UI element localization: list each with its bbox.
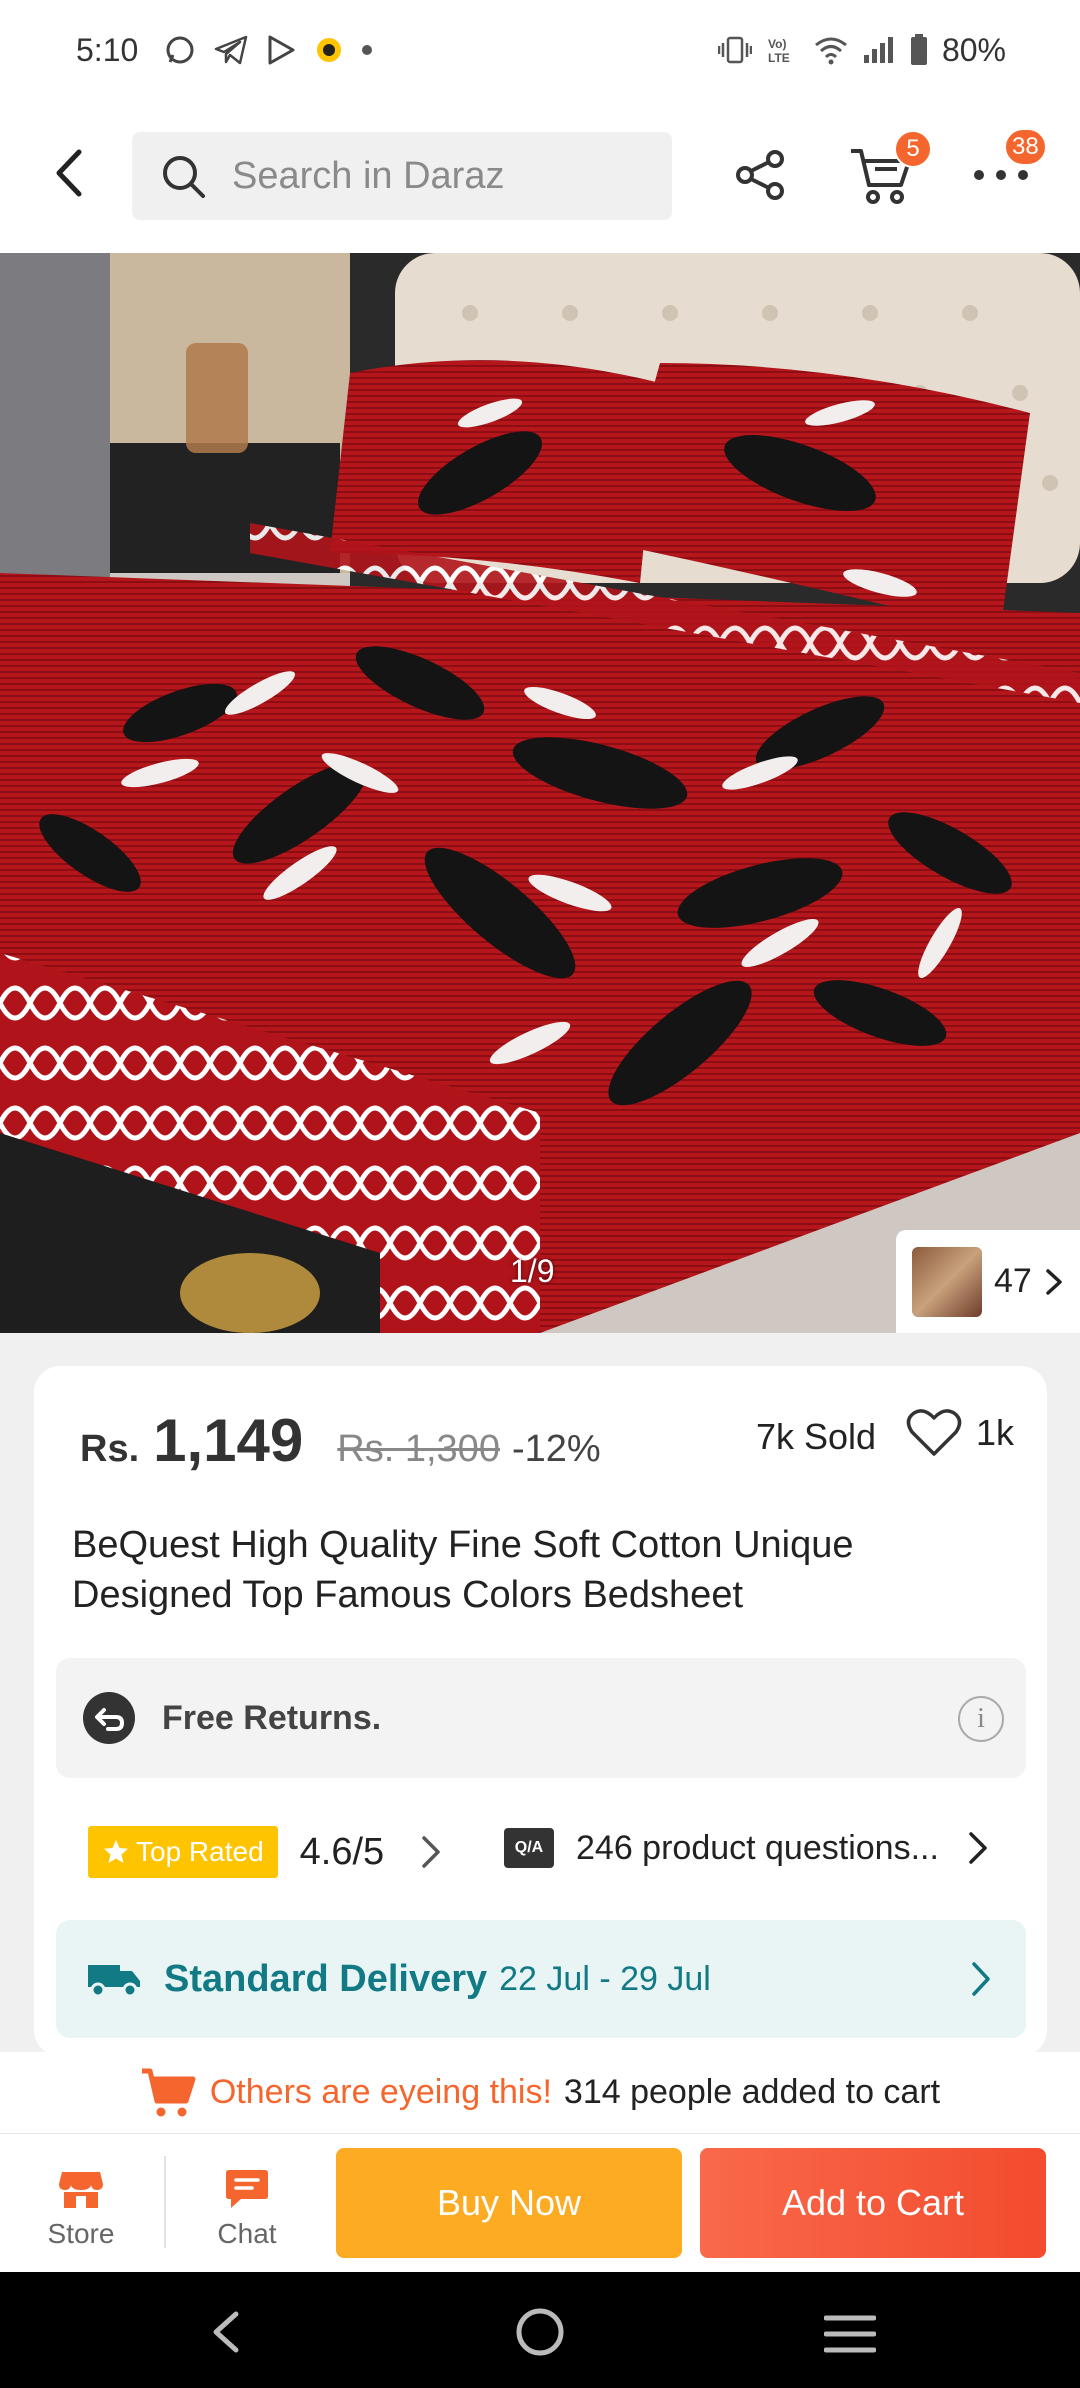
search-bar[interactable] [132,132,672,220]
top-rated-badge: Top Rated [88,1826,278,1878]
delivery-label: Standard Delivery [164,1957,488,2000]
price: 1,149 [153,1407,304,1474]
info-icon[interactable]: i [958,1696,1004,1742]
more-icon [974,170,1028,180]
product-image[interactable] [0,253,1080,1333]
sold-count: 7k Sold [756,1416,877,1457]
play-icon [268,35,295,65]
share-button[interactable] [726,140,796,210]
review-photo-count: 47 [994,1262,1032,1300]
return-icon [83,1692,135,1744]
image-counter: 1/9 [510,1253,555,1289]
truck-icon [88,1965,140,1998]
vibrate-icon [717,36,752,64]
star-icon [104,1840,128,1863]
store-icon [59,2172,103,2208]
battery-icon [910,34,927,65]
delivery-dates: 22 Jul - 29 Jul [499,1959,711,1998]
battery-percent: 80% [941,31,1006,68]
buy-now-button[interactable]: Buy Now [336,2148,682,2258]
price-row: Rs. 1,149 Rs. 1,300 -12% [80,1406,601,1475]
chevron-right-icon [1046,1268,1062,1295]
qa-icon: Q/A [504,1828,554,1868]
back-nav-icon[interactable] [208,2310,244,2354]
cart-badge: 5 [894,130,932,168]
app-icon [317,38,342,62]
questions-label: 246 product questions... [576,1828,939,1867]
svg-text:LTE: LTE [768,51,790,65]
system-nav-bar [0,2272,1080,2388]
free-returns-banner[interactable]: Free Returns. i [56,1658,1026,1778]
cart-button[interactable]: 5 [846,130,932,210]
eyeing-highlight: Others are eyeing this! [209,2073,552,2111]
original-price: Rs. 1,300 [337,1428,500,1470]
wishlist-button[interactable]: 1k [906,1408,1014,1458]
svg-text:Vo): Vo) [768,37,786,51]
recents-nav-icon[interactable] [824,2314,876,2354]
home-nav-icon[interactable] [514,2306,566,2358]
status-time: 5:10 [76,31,139,68]
top-rated-label: Top Rated [136,1836,264,1867]
volte-icon: Vo)LTE [768,37,790,65]
discount: -12% [511,1428,601,1470]
free-returns-label: Free Returns. [162,1698,382,1737]
delivery-banner[interactable]: Standard Delivery 22 Jul - 29 Jul [56,1920,1026,2038]
whatsapp-icon [166,36,194,64]
chevron-right-icon [972,1962,990,1996]
chevron-right-icon [422,1836,440,1868]
cart-icon [141,2068,196,2116]
social-proof-bar: Others are eyeing this! 314 people added… [0,2052,1080,2134]
product-title: BeQuest High Quality Fine Soft Cotton Un… [72,1524,854,1616]
product-photo [0,253,1080,1333]
search-icon [163,156,205,198]
wishlist-count: 1k [976,1412,1015,1453]
chat-tab[interactable]: Chat [182,2168,312,2250]
review-thumbnail [912,1246,982,1317]
more-button[interactable]: 38 [966,128,1047,210]
rating-row[interactable]: Top Rated 4.6/5 [88,1826,442,1878]
status-bar: 5:10 Vo) LTE 80% [0,0,1080,100]
back-button[interactable] [38,138,98,208]
store-label: Store [47,2218,115,2249]
product-questions-link[interactable]: Q/A 246 product questions... [504,1828,989,1868]
signal-icon [863,37,893,63]
more-badge: 38 [1004,128,1047,166]
bottom-action-bar: Store Chat Buy Now Add to Cart [0,2134,1080,2272]
review-photos-button[interactable]: 47 [896,1230,1080,1333]
product-info-card: Rs. 1,149 Rs. 1,300 -12% 7k Sold 1k BeQu… [34,1366,1047,2056]
header: 5 38 [0,100,1080,253]
share-icon [736,150,784,200]
divider [164,2156,166,2248]
add-to-cart-button[interactable]: Add to Cart [700,2148,1046,2258]
system-icons: Vo) LTE 80% [717,31,1006,69]
rating-value: 4.6/5 [299,1830,385,1873]
chat-label: Chat [217,2218,277,2249]
eyeing-text: 314 people added to cart [563,2073,941,2111]
chevron-left-icon [56,149,82,197]
currency: Rs. [80,1428,140,1470]
notification-icons [164,34,373,66]
wifi-icon [815,37,847,65]
heart-icon [906,1409,962,1456]
store-tab[interactable]: Store [16,2168,146,2250]
chat-icon [226,2170,268,2208]
more-notifications-dot [362,45,373,55]
search-input[interactable] [232,154,632,198]
chevron-right-icon [969,1832,987,1864]
telegram-icon [215,35,248,65]
